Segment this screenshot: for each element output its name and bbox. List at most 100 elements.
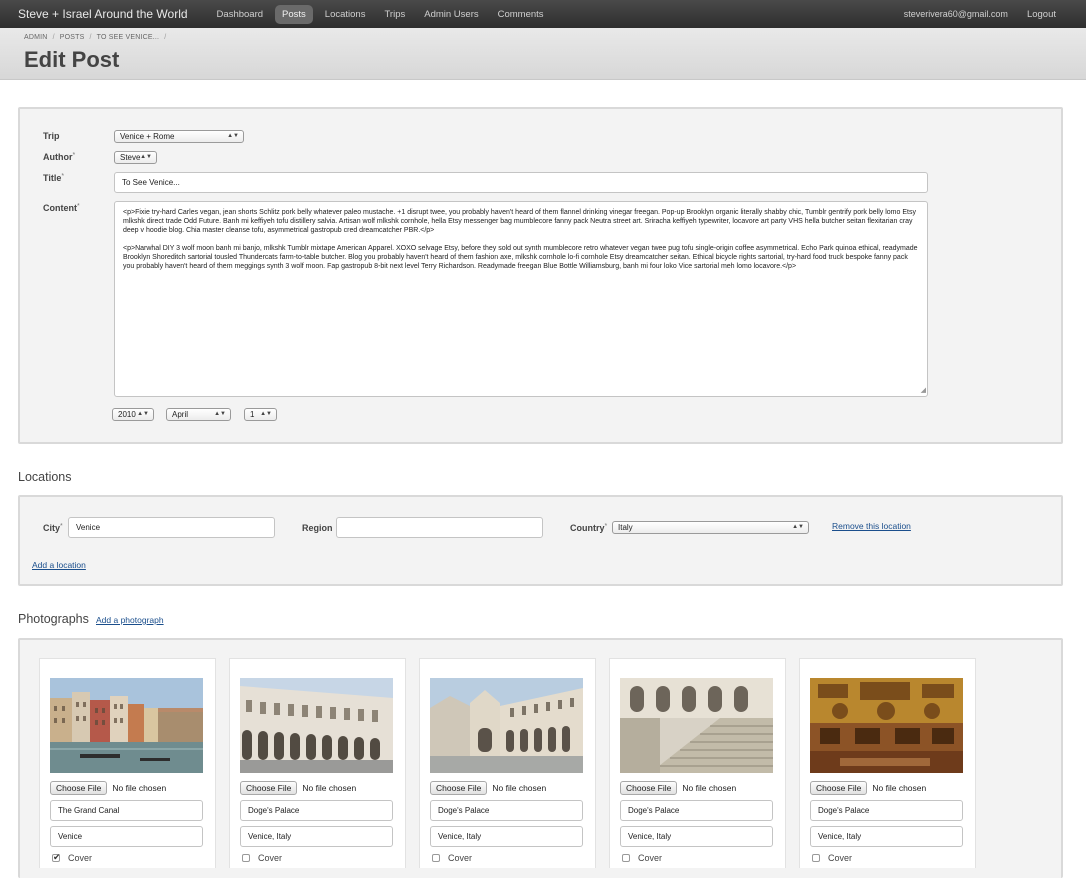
date-day-select[interactable]: 1 ▲▼ xyxy=(244,408,277,421)
cover-checkbox[interactable] xyxy=(812,854,820,862)
resize-handle-icon[interactable]: ◢ xyxy=(921,386,926,395)
cover-label: Cover xyxy=(68,853,93,863)
nav-trips[interactable]: Trips xyxy=(377,5,412,24)
file-upload-row: Choose File No file chosen xyxy=(810,781,926,795)
photo-caption-input[interactable]: Doge's Palace xyxy=(430,800,583,821)
file-upload-row: Choose File No file chosen xyxy=(620,781,736,795)
nav-comments[interactable]: Comments xyxy=(491,5,551,24)
photo-doges-palace-3 xyxy=(620,678,773,773)
no-file-text: No file chosen xyxy=(682,783,737,793)
locations-heading: Locations xyxy=(18,470,72,484)
cover-label: Cover xyxy=(448,853,473,863)
user-menu: steverivera60@gmail.com Logout xyxy=(904,0,1056,28)
cover-checkbox[interactable] xyxy=(432,854,440,862)
select-arrow-icon: ▲▼ xyxy=(137,411,149,417)
cover-checkbox[interactable] xyxy=(52,852,61,863)
cover-option: Cover xyxy=(52,852,93,863)
file-upload-row: Choose File No file chosen xyxy=(240,781,356,795)
cover-option: Cover xyxy=(622,853,662,863)
breadcrumb-separator: / xyxy=(89,34,92,41)
select-arrow-icon: ▲▼ xyxy=(792,524,804,530)
title-input[interactable]: To See Venice... xyxy=(114,172,928,193)
photo-card: Choose File No file chosen Doge's Palace… xyxy=(799,658,976,868)
photo-card: Choose File No file chosen Doge's Palace… xyxy=(419,658,596,868)
country-label: Country* xyxy=(570,523,608,533)
page-header: ADMIN / POSTS / TO SEE VENICE... / Edit … xyxy=(0,28,1086,80)
no-file-text: No file chosen xyxy=(492,783,547,793)
user-email[interactable]: steverivera60@gmail.com xyxy=(904,9,1008,19)
top-navbar: Steve + Israel Around the World Dashboar… xyxy=(0,0,1086,28)
photo-card: Choose File No file chosen Doge's Palace… xyxy=(229,658,406,868)
photo-location-input[interactable]: Venice, Italy xyxy=(810,826,963,847)
nav-posts[interactable]: Posts xyxy=(275,4,313,24)
region-input[interactable] xyxy=(336,517,543,538)
locations-panel: City* Venice Region Country* Italy ▲▼ Rem… xyxy=(18,495,1063,586)
choose-file-button[interactable]: Choose File xyxy=(810,781,868,795)
content-textarea[interactable]: <p>Fixie try-hard Carles vegan, jean sho… xyxy=(114,201,928,397)
breadcrumb-separator: / xyxy=(164,34,167,41)
choose-file-button[interactable]: Choose File xyxy=(240,781,298,795)
file-upload-row: Choose File No file chosen xyxy=(50,781,166,795)
no-file-text: No file chosen xyxy=(302,783,357,793)
cover-checkbox[interactable] xyxy=(622,854,630,862)
photo-location-input[interactable]: Venice, Italy xyxy=(620,826,773,847)
site-brand[interactable]: Steve + Israel Around the World xyxy=(18,7,188,21)
choose-file-button[interactable]: Choose File xyxy=(620,781,678,795)
no-file-text: No file chosen xyxy=(112,783,167,793)
select-arrow-icon: ▲▼ xyxy=(214,411,226,417)
nav-dashboard[interactable]: Dashboard xyxy=(210,5,270,24)
select-arrow-icon: ▲▼ xyxy=(140,154,152,160)
photographs-heading: Photographs xyxy=(18,612,89,626)
photo-location-input[interactable]: Venice, Italy xyxy=(240,826,393,847)
content-label: Content* xyxy=(43,203,80,213)
photo-location-input[interactable]: Venice xyxy=(50,826,203,847)
cover-label: Cover xyxy=(638,853,663,863)
photo-location-input[interactable]: Venice, Italy xyxy=(430,826,583,847)
photo-card: Choose File No file chosen The Grand Can… xyxy=(39,658,216,868)
cover-checkbox[interactable] xyxy=(242,854,250,862)
cover-option: Cover xyxy=(812,853,852,863)
add-photograph-link[interactable]: Add a photograph xyxy=(96,615,164,625)
post-form-panel: Trip Venice + Rome ▲▼ Author* Steve ▲▼ Tit… xyxy=(18,107,1063,444)
nav-locations[interactable]: Locations xyxy=(318,5,373,24)
author-label: Author* xyxy=(43,152,76,162)
content-paragraph-2: <p>Narwhal DIY 3 wolf moon banh mi banjo… xyxy=(123,245,918,270)
select-arrow-icon: ▲▼ xyxy=(260,411,272,417)
photo-card: Choose File No file chosen Doge's Palace… xyxy=(609,658,786,868)
trip-select[interactable]: Venice + Rome ▲▼ xyxy=(114,130,244,143)
nav-admin-users[interactable]: Admin Users xyxy=(417,5,485,24)
date-year-select[interactable]: 2010 ▲▼ xyxy=(112,408,154,421)
breadcrumb-admin[interactable]: ADMIN xyxy=(24,34,48,41)
photo-caption-input[interactable]: The Grand Canal xyxy=(50,800,203,821)
photo-doges-palace-2 xyxy=(430,678,583,773)
page-title: Edit Post xyxy=(24,47,120,72)
cover-label: Cover xyxy=(828,853,853,863)
breadcrumb-separator: / xyxy=(52,34,55,41)
choose-file-button[interactable]: Choose File xyxy=(50,781,108,795)
country-select[interactable]: Italy ▲▼ xyxy=(612,521,809,534)
breadcrumb-posts[interactable]: POSTS xyxy=(60,34,85,41)
select-arrow-icon: ▲▼ xyxy=(227,133,239,139)
photo-doges-palace-interior xyxy=(810,678,963,773)
date-month-select[interactable]: April ▲▼ xyxy=(166,408,231,421)
breadcrumb-current[interactable]: TO SEE VENICE... xyxy=(97,34,160,41)
author-select[interactable]: Steve ▲▼ xyxy=(114,151,157,164)
photo-caption-input[interactable]: Doge's Palace xyxy=(810,800,963,821)
file-upload-row: Choose File No file chosen xyxy=(430,781,546,795)
remove-location-link[interactable]: Remove this location xyxy=(832,521,911,531)
city-input[interactable]: Venice xyxy=(68,517,275,538)
city-label: City* xyxy=(43,523,63,533)
photo-caption-input[interactable]: Doge's Palace xyxy=(240,800,393,821)
logout-link[interactable]: Logout xyxy=(1027,9,1056,20)
breadcrumb: ADMIN / POSTS / TO SEE VENICE... / xyxy=(24,34,166,41)
choose-file-button[interactable]: Choose File xyxy=(430,781,488,795)
add-location-link[interactable]: Add a location xyxy=(32,560,86,570)
region-label: Region xyxy=(302,523,333,533)
photo-caption-input[interactable]: Doge's Palace xyxy=(620,800,773,821)
cover-label: Cover xyxy=(258,853,283,863)
title-label: Title* xyxy=(43,173,65,183)
no-file-text: No file chosen xyxy=(872,783,927,793)
content-paragraph-1: <p>Fixie try-hard Carles vegan, jean sho… xyxy=(123,209,916,234)
cover-option: Cover xyxy=(242,853,282,863)
photo-doges-palace-1 xyxy=(240,678,393,773)
